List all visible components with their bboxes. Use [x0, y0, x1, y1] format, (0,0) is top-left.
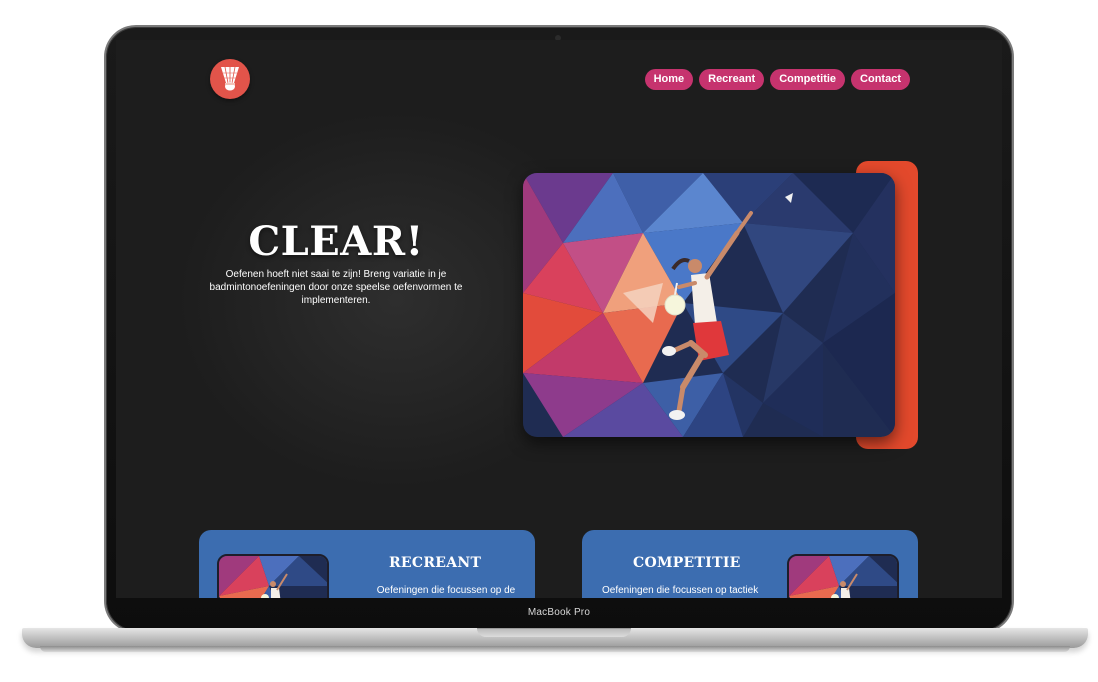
- badminton-player-thumbnail: [789, 556, 897, 598]
- competitie-card-title: COMPETITIE: [633, 555, 741, 571]
- badminton-player-thumbnail: [219, 556, 327, 598]
- laptop-lid-notch: [477, 628, 631, 637]
- hero-image: [523, 173, 895, 437]
- laptop-base-edge: [40, 646, 1070, 652]
- competitie-card[interactable]: COMPETITIE Oefeningen die focussen op ta…: [582, 530, 918, 598]
- shuttlecock-icon: [221, 66, 239, 91]
- nav-home-button[interactable]: Home: [644, 69, 694, 90]
- recreant-card-title: RECREANT: [389, 555, 482, 571]
- site-logo[interactable]: [210, 59, 250, 99]
- nav-contact-button[interactable]: Contact: [851, 69, 910, 90]
- recreant-card-text: Oefeningen die focussen op de: [376, 585, 516, 596]
- competitie-card-text: Oefeningen die focussen op tactiek: [602, 585, 759, 596]
- hero-description: Oefenen hoeft niet saai te zijn! Breng v…: [209, 269, 463, 306]
- recreant-card-image: [217, 554, 329, 598]
- nav-recreant-button[interactable]: Recreant: [699, 69, 765, 90]
- nav-competitie-button[interactable]: Competitie: [770, 69, 846, 90]
- badminton-player-illustration: [523, 173, 895, 437]
- main-nav: Home Recreant Competitie Contact: [644, 69, 910, 90]
- competitie-card-image: [787, 554, 899, 598]
- recreant-card[interactable]: RECREANT Oefeningen die focussen op de: [199, 530, 535, 598]
- hero-title: CLEAR!: [248, 218, 424, 265]
- website-viewport[interactable]: Home Recreant Competitie Contact CLEAR! …: [116, 40, 1002, 598]
- device-model-label: MacBook Pro: [527, 607, 591, 618]
